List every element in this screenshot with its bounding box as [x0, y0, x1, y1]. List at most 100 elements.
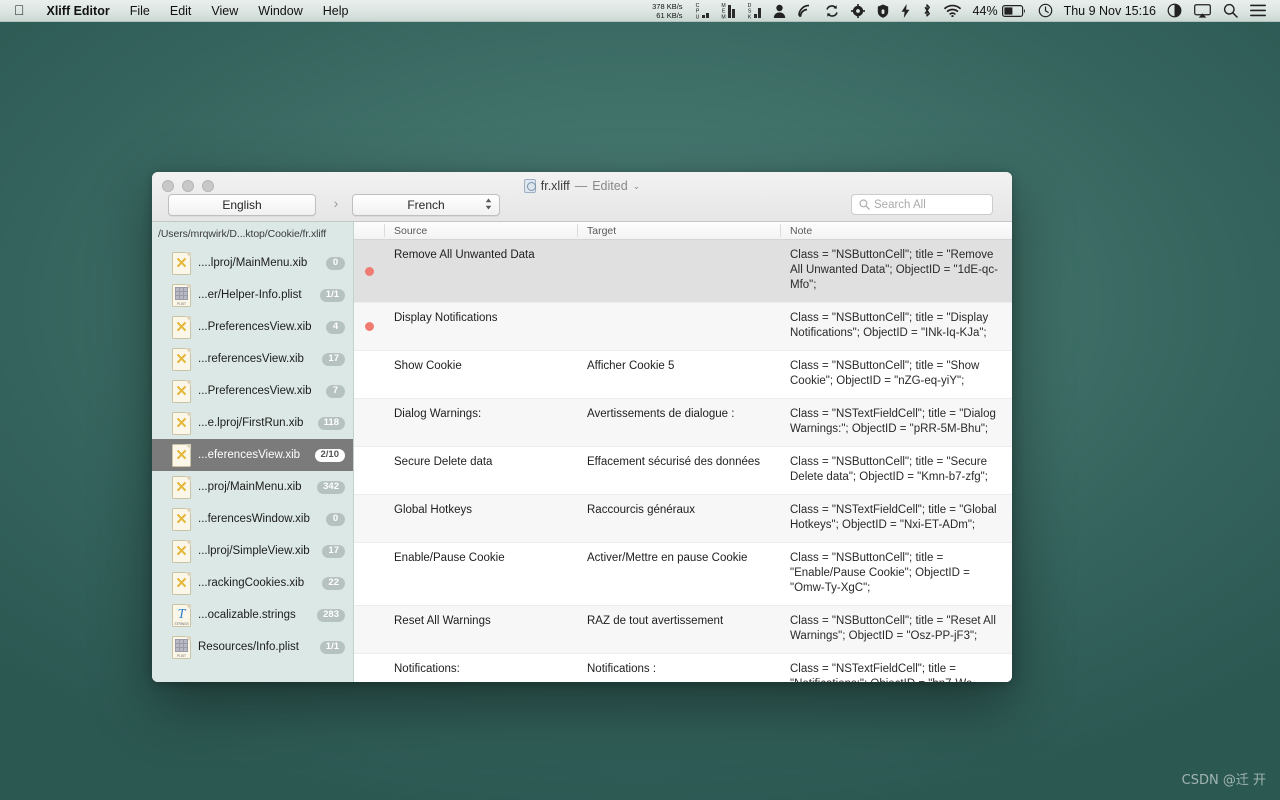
cell-note: Class = "NSTextFieldCell"; title = "Glob…: [780, 495, 1012, 542]
menu-item-window[interactable]: Window: [248, 0, 312, 21]
window-edited-badge: Edited: [592, 179, 627, 193]
row-status-indicator: [354, 240, 384, 302]
menu-item-app[interactable]: Xliff Editor: [37, 0, 120, 21]
cell-note: Class = "NSTextFieldCell"; title = "Dial…: [780, 399, 1012, 446]
row-status-indicator: [354, 543, 384, 605]
control-center-icon[interactable]: [1244, 0, 1272, 21]
untranslated-dot-icon: [365, 267, 374, 276]
cpu-gauge-label: CPU: [695, 3, 700, 18]
sync-icon[interactable]: [819, 0, 845, 21]
display-contrast-icon[interactable]: [1161, 0, 1188, 21]
user-icon[interactable]: [767, 0, 792, 21]
watermark: CSDN @迁 开: [1182, 769, 1266, 788]
file-list-item[interactable]: PLIST...er/Helper-Info.plist1/1: [152, 279, 353, 311]
chevron-down-icon[interactable]: ⌄: [633, 181, 641, 192]
xliff-editor-window: fr.xliff — Edited ⌄ English › French Sea…: [152, 172, 1012, 682]
menu-item-help[interactable]: Help: [313, 0, 359, 21]
plist-file-icon: PLIST: [172, 636, 191, 659]
cell-target[interactable]: Avertissements de dialogue :: [577, 399, 780, 446]
clock-history-icon[interactable]: [1032, 0, 1059, 21]
file-list-item-badge: 4: [326, 321, 345, 334]
cell-target[interactable]: RAZ de tout avertissement: [577, 606, 780, 653]
bolt-icon[interactable]: [895, 0, 916, 21]
file-list-item[interactable]: ✕...ferencesWindow.xib0: [152, 503, 353, 535]
menu-bar-clock[interactable]: Thu 9 Nov 15:16: [1059, 0, 1161, 21]
battery-indicator[interactable]: 44%: [967, 0, 1032, 21]
file-list-item[interactable]: ✕....lproj/MainMenu.xib0: [152, 247, 353, 279]
cell-target[interactable]: [577, 303, 780, 350]
table-header-row: Source Target Note: [354, 222, 1012, 240]
file-list-item[interactable]: ✕...eferencesView.xib2/10: [152, 439, 353, 471]
file-list-item-label: ...PreferencesView.xib: [198, 385, 319, 397]
table-header-status: [354, 222, 384, 239]
file-list-item-badge: 342: [317, 481, 345, 494]
dsk-gauge[interactable]: DSK: [741, 0, 767, 21]
file-list-item[interactable]: ✕...lproj/SimpleView.xib17: [152, 535, 353, 567]
cell-note: Class = "NSTextFieldCell"; title = "Noti…: [780, 654, 1012, 682]
wifi-signal-icon[interactable]: [792, 0, 819, 21]
cell-target[interactable]: Activer/Mettre en pause Cookie: [577, 543, 780, 605]
row-status-indicator: [354, 351, 384, 398]
bluetooth-icon[interactable]: [916, 0, 938, 21]
menu-item-edit[interactable]: Edit: [160, 0, 202, 21]
airplay-icon[interactable]: [1188, 0, 1217, 21]
target-language-select[interactable]: French: [352, 194, 500, 216]
file-list-item[interactable]: TSTRINGS...ocalizable.strings283: [152, 599, 353, 631]
battery-percent-label: 44%: [973, 4, 998, 18]
table-row[interactable]: Display NotificationsClass = "NSButtonCe…: [354, 303, 1012, 351]
xib-file-icon: ✕: [172, 508, 191, 531]
search-placeholder-text: Search All: [874, 199, 926, 211]
table-row[interactable]: Remove All Unwanted DataClass = "NSButto…: [354, 240, 1012, 303]
source-language-label: English: [222, 198, 261, 212]
cell-target[interactable]: Effacement sécurisé des données: [577, 447, 780, 494]
search-icon[interactable]: [1217, 0, 1244, 21]
file-list-item-badge: 22: [322, 577, 345, 590]
file-list-item[interactable]: PLISTResources/Info.plist1/1: [152, 631, 353, 663]
table-row[interactable]: Notifications:Notifications :Class = "NS…: [354, 654, 1012, 682]
table-header-target: Target: [577, 222, 780, 239]
window-content: /Users/mrqwirk/D...ktop/Cookie/fr.xliff …: [152, 222, 1012, 682]
apple-menu-icon[interactable]: : [0, 3, 37, 17]
file-list-item-badge: 1/1: [320, 289, 345, 302]
shield-lock-icon[interactable]: [871, 0, 895, 21]
file-list-item-label: ...er/Helper-Info.plist: [198, 289, 313, 301]
menu-item-view[interactable]: View: [201, 0, 248, 21]
mem-gauge[interactable]: MEM: [715, 0, 741, 21]
menu-item-file[interactable]: File: [120, 0, 160, 21]
wifi-icon[interactable]: [938, 0, 967, 21]
cpu-gauge[interactable]: CPU: [689, 0, 715, 21]
file-list-item[interactable]: ✕...proj/MainMenu.xib342: [152, 471, 353, 503]
gear-icon[interactable]: [845, 0, 871, 21]
file-list-item[interactable]: ✕...e.lproj/FirstRun.xib118: [152, 407, 353, 439]
xliff-document-icon[interactable]: [524, 179, 536, 193]
cell-note: Class = "NSButtonCell"; title = "Display…: [780, 303, 1012, 350]
cell-note: Class = "NSButtonCell"; title = "Reset A…: [780, 606, 1012, 653]
dsk-gauge-label: DSK: [747, 3, 752, 18]
cell-source: Show Cookie: [384, 351, 577, 398]
cell-target[interactable]: Notifications :: [577, 654, 780, 682]
file-list-item[interactable]: ✕...PreferencesView.xib4: [152, 311, 353, 343]
source-language-button[interactable]: English: [168, 194, 316, 216]
table-row[interactable]: Secure Delete dataEffacement sécurisé de…: [354, 447, 1012, 495]
network-upload-speed: 61 KB/s: [652, 11, 682, 20]
cell-source: Global Hotkeys: [384, 495, 577, 542]
window-title-separator: —: [575, 179, 588, 193]
table-row[interactable]: Dialog Warnings:Avertissements de dialog…: [354, 399, 1012, 447]
cell-note: Class = "NSButtonCell"; title = "Enable/…: [780, 543, 1012, 605]
table-row[interactable]: Enable/Pause CookieActiver/Mettre en pau…: [354, 543, 1012, 606]
cell-target[interactable]: [577, 240, 780, 302]
file-list-item[interactable]: ✕...referencesView.xib17: [152, 343, 353, 375]
translation-table: Source Target Note Remove All Unwanted D…: [354, 222, 1012, 682]
table-row[interactable]: Show CookieAfficher Cookie 5Class = "NSB…: [354, 351, 1012, 399]
table-row[interactable]: Global HotkeysRaccourcis générauxClass =…: [354, 495, 1012, 543]
file-list-item-badge: 17: [322, 545, 345, 558]
cell-target[interactable]: Afficher Cookie 5: [577, 351, 780, 398]
file-list-item[interactable]: ✕...PreferencesView.xib7: [152, 375, 353, 407]
table-row[interactable]: Reset All WarningsRAZ de tout avertissem…: [354, 606, 1012, 654]
row-status-indicator: [354, 495, 384, 542]
network-speed-indicator[interactable]: 378 KB/s 61 KB/s: [646, 0, 688, 21]
file-list-item[interactable]: ✕...rackingCookies.xib22: [152, 567, 353, 599]
cell-target[interactable]: Raccourcis généraux: [577, 495, 780, 542]
search-input[interactable]: Search All: [851, 194, 993, 215]
cell-source: Enable/Pause Cookie: [384, 543, 577, 605]
